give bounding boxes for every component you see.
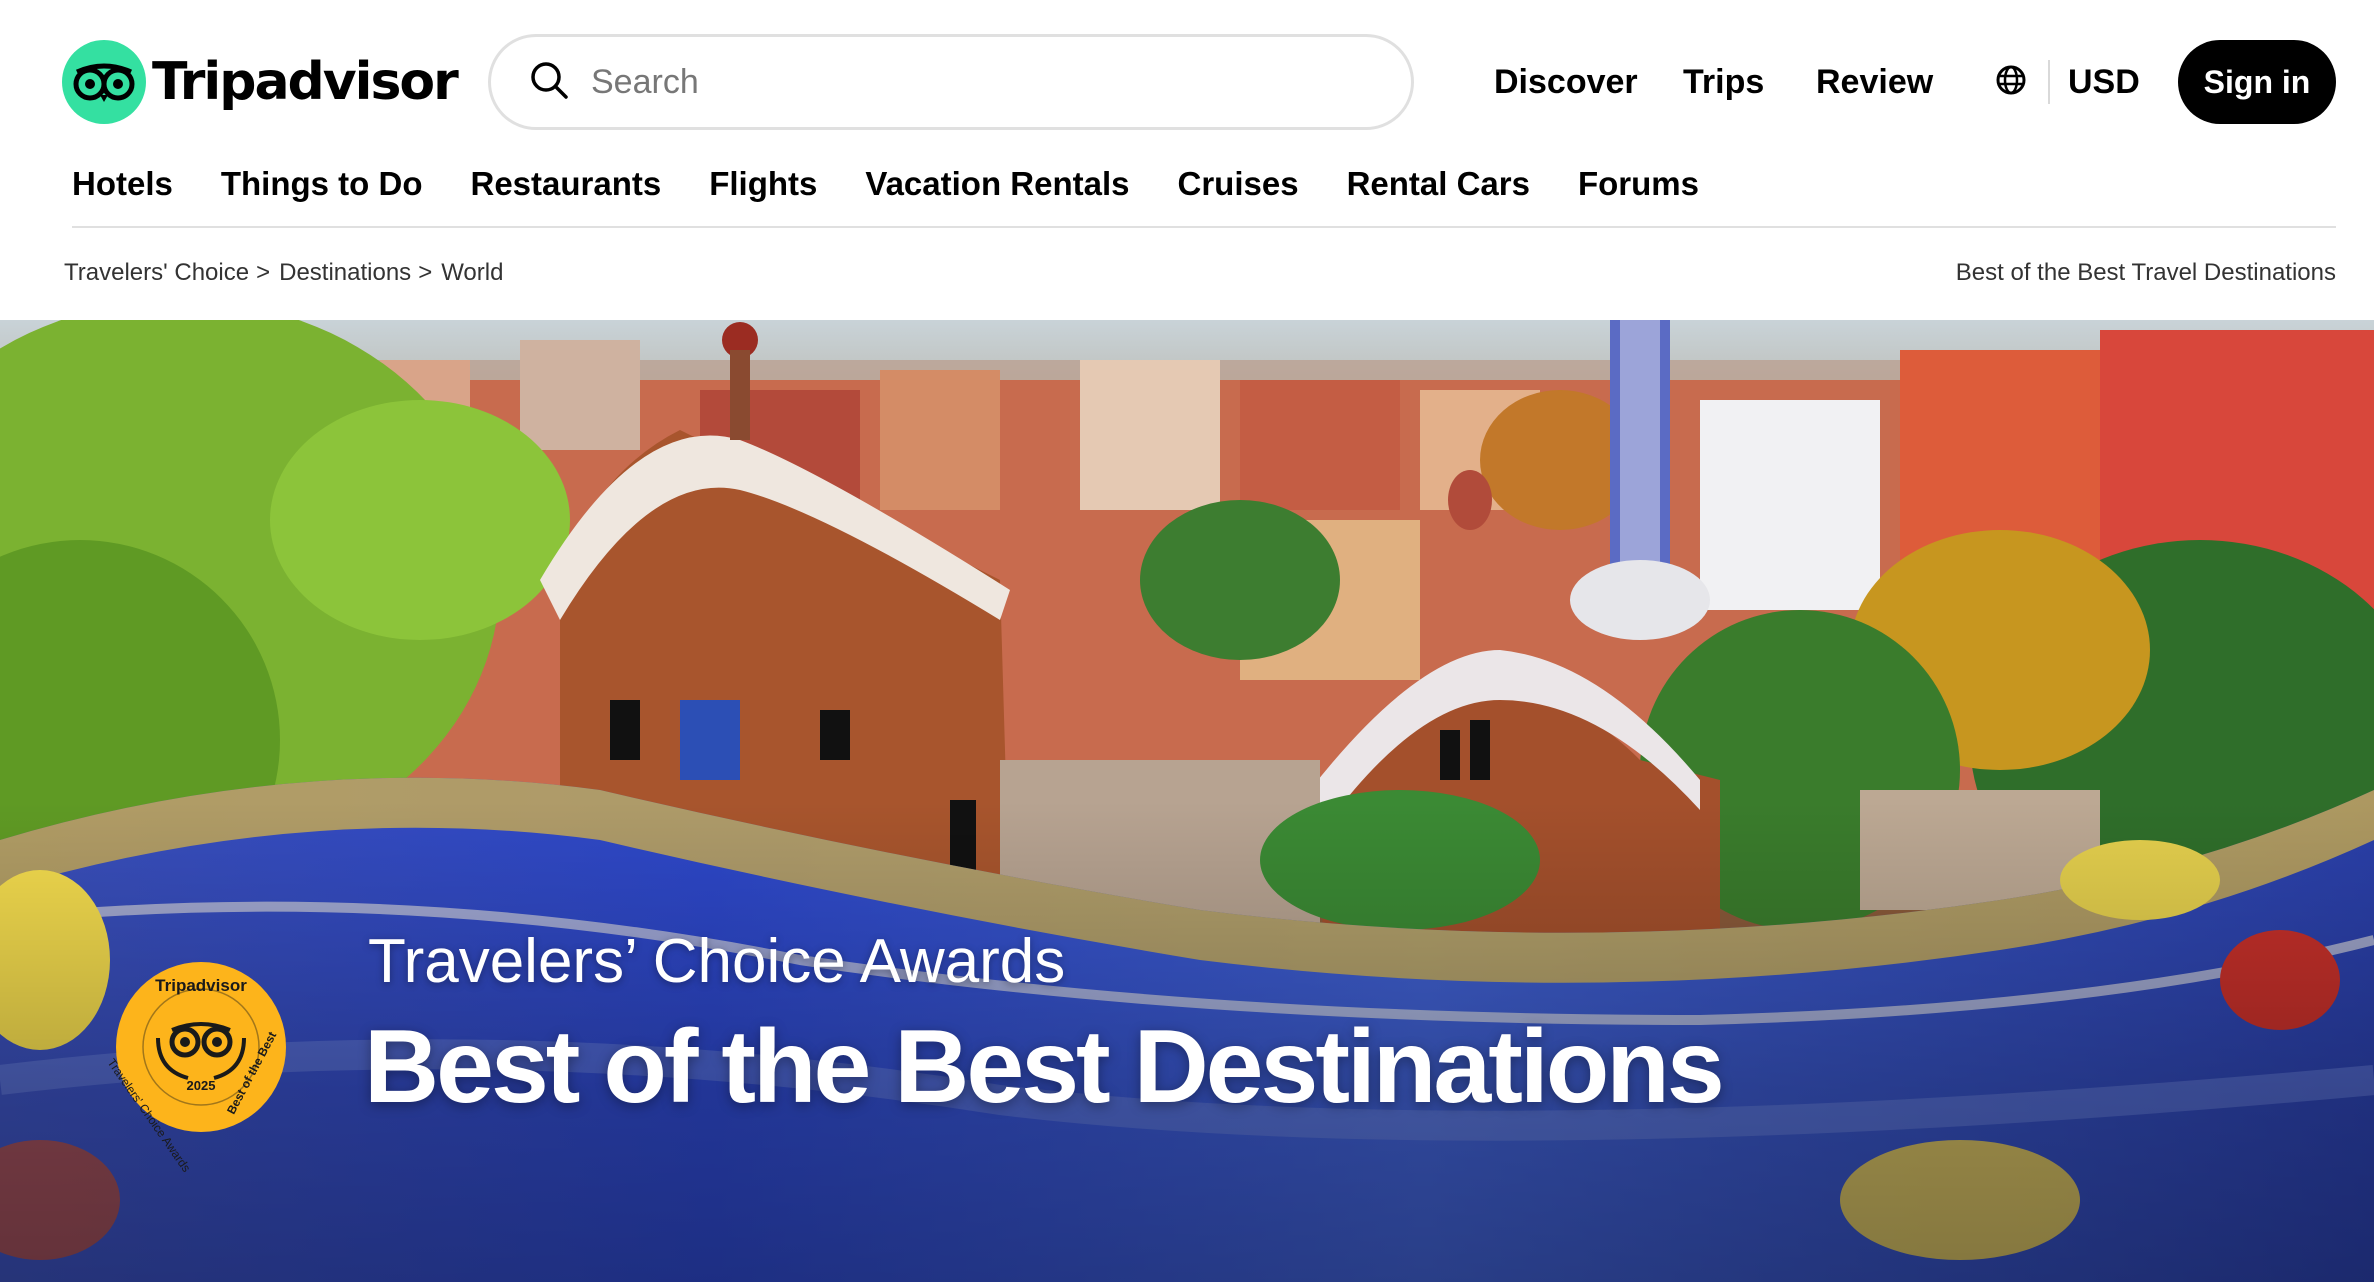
hero-shade-overlay bbox=[0, 320, 2374, 1282]
travelers-choice-badge: Tripadvisor 2025 Travelers' Choice Award… bbox=[105, 960, 288, 1175]
page-label: Best of the Best Travel Destinations bbox=[1955, 259, 2336, 286]
category-forums[interactable]: Forums bbox=[1578, 165, 1699, 203]
category-things-to-do[interactable]: Things to Do bbox=[221, 165, 423, 203]
search-input[interactable] bbox=[591, 62, 1371, 102]
category-rental-cars[interactable]: Rental Cars bbox=[1347, 165, 1530, 203]
hero-banner: Tripadvisor 2025 Travelers' Choice Award… bbox=[0, 320, 2374, 1282]
nav-divider bbox=[72, 226, 2336, 228]
top-nav-review-wrap: Review bbox=[1816, 56, 1933, 108]
breadcrumb-separator: > bbox=[256, 259, 271, 286]
breadcrumb-destinations[interactable]: Destinations bbox=[279, 259, 411, 287]
language-currency-selector[interactable]: USD bbox=[1994, 56, 2140, 108]
category-restaurants[interactable]: Restaurants bbox=[471, 165, 662, 203]
site-header: Tripadvisor Discover Trips Review USD bbox=[0, 0, 2374, 160]
search-icon bbox=[529, 60, 569, 105]
category-flights[interactable]: Flights bbox=[709, 165, 817, 203]
sign-in-button[interactable]: Sign in bbox=[2178, 40, 2336, 124]
globe-icon bbox=[1994, 63, 2028, 102]
hero-title: Best of the Best Destinations bbox=[364, 1009, 1725, 1125]
breadcrumb-separator: > bbox=[418, 259, 433, 286]
hero-subtitle: Travelers’ Choice Awards bbox=[368, 927, 1066, 996]
breadcrumb-world[interactable]: World bbox=[441, 259, 503, 287]
top-nav-discover-wrap: Discover bbox=[1494, 56, 1638, 108]
breadcrumb-travelers-choice[interactable]: Travelers' Choice bbox=[64, 259, 249, 287]
search-bar[interactable] bbox=[488, 34, 1414, 130]
locale-divider bbox=[2048, 60, 2050, 104]
nav-review[interactable]: Review bbox=[1816, 63, 1933, 102]
category-hotels[interactable]: Hotels bbox=[72, 165, 173, 203]
category-vacation-rentals[interactable]: Vacation Rentals bbox=[865, 165, 1129, 203]
logo-wordmark: Tripadvisor bbox=[152, 52, 459, 112]
category-cruises[interactable]: Cruises bbox=[1178, 165, 1299, 203]
top-nav-trips-wrap: Trips bbox=[1683, 56, 1764, 108]
nav-trips[interactable]: Trips bbox=[1683, 63, 1764, 102]
nav-discover[interactable]: Discover bbox=[1494, 63, 1638, 102]
breadcrumb: Travelers' Choice > Destinations > World bbox=[64, 258, 503, 288]
badge-brand-text: Tripadvisor bbox=[155, 976, 247, 995]
tripadvisor-logo[interactable]: Tripadvisor bbox=[62, 40, 459, 124]
category-nav: Hotels Things to Do Restaurants Flights … bbox=[72, 158, 1699, 210]
owl-logo-icon bbox=[62, 40, 146, 124]
currency-label: USD bbox=[2068, 62, 2140, 101]
